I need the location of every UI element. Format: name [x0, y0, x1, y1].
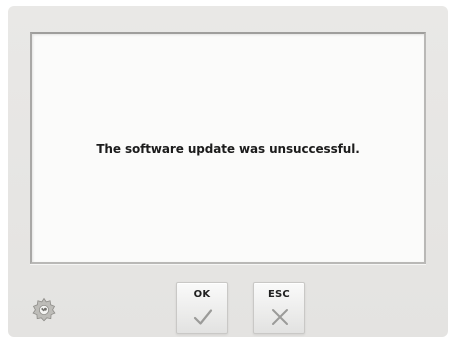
error-message: The software update was unsuccessful.: [96, 142, 360, 156]
esc-button[interactable]: ESC: [253, 282, 305, 334]
settings-button[interactable]: [30, 296, 58, 324]
checkmark-icon: [193, 309, 213, 325]
ok-label: OK: [193, 289, 211, 300]
message-panel: The software update was unsuccessful.: [30, 32, 426, 264]
cross-icon: [272, 309, 288, 325]
machine-screen: The software update was unsuccessful. OK…: [8, 6, 448, 337]
gear-icon: [32, 297, 56, 322]
esc-label: ESC: [268, 289, 290, 300]
ok-button[interactable]: OK: [176, 282, 228, 334]
